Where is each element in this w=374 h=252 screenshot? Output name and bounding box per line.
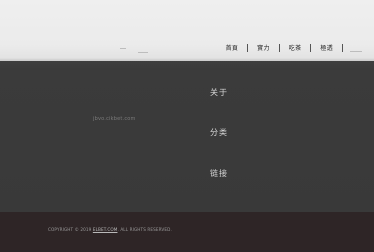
header-texture xyxy=(350,51,362,52)
nav-link-extreme[interactable]: 極透 xyxy=(311,43,342,52)
site-footer xyxy=(0,212,374,252)
main-content xyxy=(0,61,374,212)
main-nav: 首頁 實力 吃茶 極透 xyxy=(217,43,343,52)
section-about[interactable]: 关于 xyxy=(210,87,228,98)
copyright-suffix: . ALL RIGHTS RESERVED. xyxy=(117,227,172,232)
section-categories[interactable]: 分类 xyxy=(210,127,228,138)
copyright-text: COPYRIGHT © 2019 ELBET.COM. ALL RIGHTS R… xyxy=(48,227,172,232)
copyright-prefix: COPYRIGHT © 2019 xyxy=(48,227,92,232)
nav-link-tea[interactable]: 吃茶 xyxy=(280,43,311,52)
header-texture xyxy=(138,52,148,53)
site-domain-text: jbvo.cikbet.com xyxy=(93,116,136,122)
site-header: 首頁 實力 吃茶 極透 xyxy=(0,0,374,61)
nav-link-home[interactable]: 首頁 xyxy=(217,43,248,52)
header-texture xyxy=(120,48,126,49)
nav-divider xyxy=(342,43,343,52)
copyright-link[interactable]: ELBET.COM xyxy=(93,227,118,232)
section-links[interactable]: 链接 xyxy=(210,168,228,179)
nav-link-strength[interactable]: 實力 xyxy=(248,43,279,52)
